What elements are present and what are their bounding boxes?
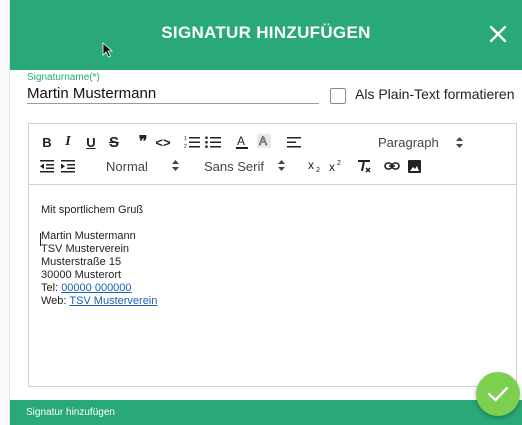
check-icon xyxy=(487,386,509,402)
align-icon[interactable] xyxy=(287,134,301,150)
editor-content[interactable]: Mit sportlichem Gruß Martin Mustermann T… xyxy=(41,204,501,308)
tel-link[interactable]: 00000 000000 xyxy=(61,282,131,294)
signature-line-club: TSV Musterverein xyxy=(41,243,130,255)
image-icon[interactable] xyxy=(407,158,421,174)
strikethrough-icon[interactable]: S xyxy=(106,134,122,151)
svg-text:2: 2 xyxy=(184,144,187,149)
svg-text:A: A xyxy=(237,134,245,148)
footer-label: Signatur hinzufügen xyxy=(26,407,115,418)
svg-text:2: 2 xyxy=(316,167,320,173)
link-icon[interactable] xyxy=(384,158,400,174)
signature-line-street: Musterstraße 15 xyxy=(41,256,122,268)
tel-label: Tel: xyxy=(41,282,59,294)
signature-line-tel: Tel: 00000 000000 xyxy=(41,282,501,295)
ordered-list-icon[interactable]: 12 xyxy=(184,134,200,150)
background-color-icon[interactable]: A xyxy=(257,133,271,151)
bold-icon[interactable]: B xyxy=(40,134,54,150)
svg-text:A: A xyxy=(259,134,267,148)
signature-line-name: Martin Mustermann xyxy=(41,230,136,242)
code-icon[interactable]: <> xyxy=(154,134,172,150)
size-select-arrow-icon xyxy=(172,159,179,174)
svg-text:2: 2 xyxy=(337,160,341,167)
indent-icon[interactable] xyxy=(61,158,75,174)
signature-name-label: Signaturname(*) xyxy=(27,72,100,83)
mouse-cursor-icon xyxy=(102,42,114,58)
plain-text-label: Als Plain-Text formatieren xyxy=(355,86,515,102)
page-background: SIGNATUR HINZUFÜGEN Signaturname(*) Als … xyxy=(0,0,522,425)
blockquote-icon[interactable]: ❞ xyxy=(135,134,151,151)
clear-format-icon[interactable] xyxy=(357,158,371,174)
confirm-button[interactable] xyxy=(476,372,520,416)
empty-line xyxy=(41,217,501,230)
dialog-title: SIGNATUR HINZUFÜGEN xyxy=(161,23,371,42)
rich-text-editor: B I U S ❞ <> 12 A A Paragraph Normal San… xyxy=(28,123,517,387)
font-family-select-arrow-icon xyxy=(278,159,285,174)
italic-icon[interactable]: I xyxy=(61,134,75,150)
paragraph-select[interactable]: Paragraph xyxy=(378,135,439,150)
background-page-edge xyxy=(0,0,10,425)
web-link[interactable]: TSV Musterverein xyxy=(69,295,157,307)
font-family-select[interactable]: Sans Serif xyxy=(204,159,264,174)
size-select[interactable]: Normal xyxy=(106,159,148,174)
close-icon[interactable] xyxy=(486,22,510,46)
svg-text:x: x xyxy=(329,160,335,173)
signature-name-input[interactable] xyxy=(27,83,319,104)
font-color-icon[interactable]: A xyxy=(235,133,249,151)
web-label: Web: xyxy=(41,295,67,307)
greeting-line: Mit sportlichem Gruß xyxy=(41,204,144,216)
underline-icon[interactable]: U xyxy=(84,134,98,150)
signature-line-web: Web: TSV Musterverein xyxy=(41,295,501,308)
bullet-list-icon[interactable] xyxy=(205,134,221,150)
outdent-icon[interactable] xyxy=(40,158,54,174)
dialog-footer: Signatur hinzufügen xyxy=(10,400,522,425)
svg-text:1: 1 xyxy=(184,136,187,142)
dialog-header: SIGNATUR HINZUFÜGEN xyxy=(10,0,522,70)
signature-line-city: 30000 Musterort xyxy=(41,269,122,281)
add-signature-dialog: SIGNATUR HINZUFÜGEN Signaturname(*) Als … xyxy=(10,0,522,425)
subscript-icon[interactable]: x2 xyxy=(308,158,324,174)
editor-toolbar: B I U S ❞ <> 12 A A Paragraph Normal San… xyxy=(29,124,516,185)
svg-text:x: x xyxy=(308,159,314,172)
superscript-icon[interactable]: x2 xyxy=(329,158,345,174)
text-caret xyxy=(40,233,41,246)
plain-text-checkbox[interactable] xyxy=(330,88,346,104)
paragraph-select-arrow-icon xyxy=(456,137,463,150)
